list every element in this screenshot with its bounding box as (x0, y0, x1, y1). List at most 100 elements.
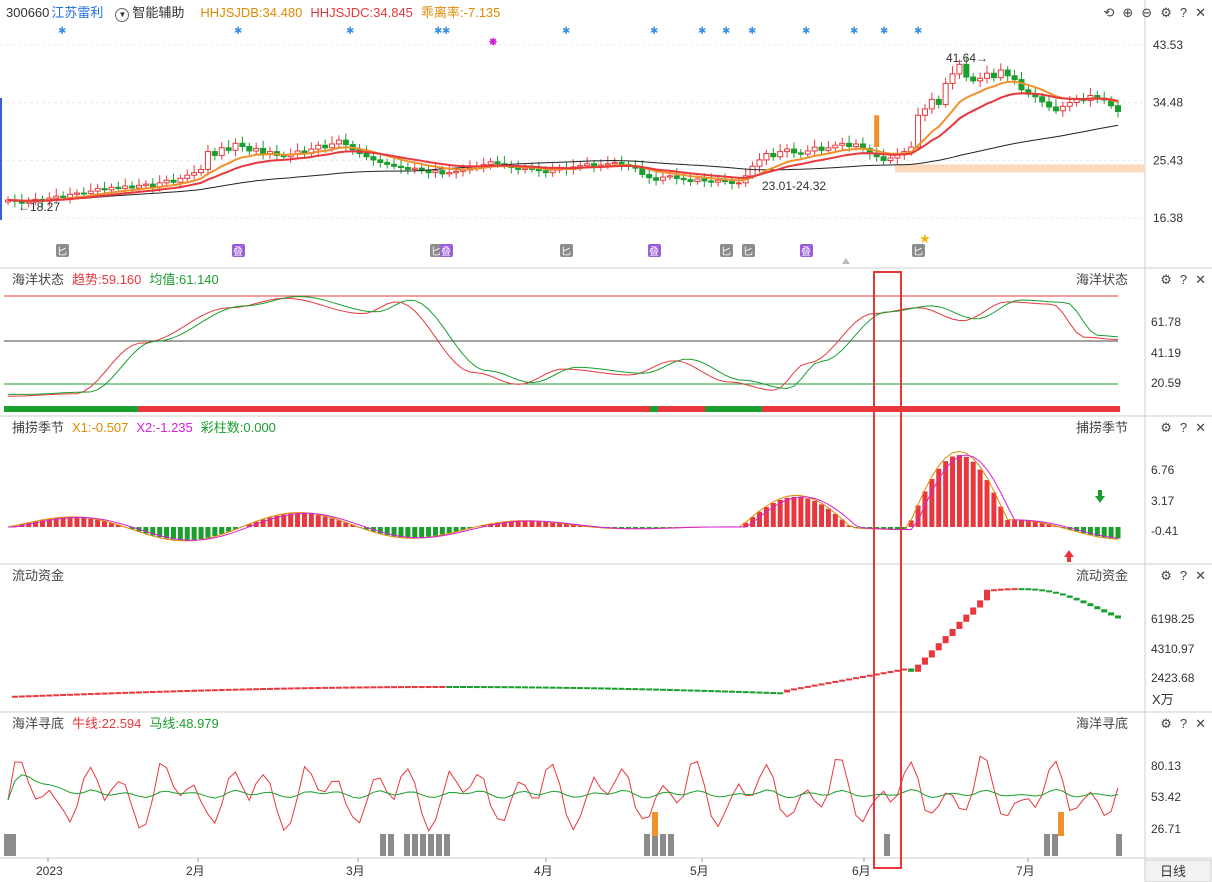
candle-body (149, 183, 156, 188)
close-icon[interactable]: ✕ (1195, 566, 1206, 586)
bottom-title: 海洋寻底 (12, 716, 65, 731)
season-bar (1108, 527, 1114, 539)
flow-block (425, 686, 432, 689)
signal-star-marker: ✱ (850, 26, 858, 37)
help-icon[interactable]: ? (1180, 3, 1187, 23)
season-bar (825, 508, 831, 527)
flow-block (204, 689, 211, 692)
flow-block (570, 686, 577, 689)
main-controls: ⟲ ⊕ ⊖ ⚙? ✕ (1095, 3, 1206, 23)
flow-block (577, 687, 584, 690)
xaxis-label: 3月 (346, 864, 365, 878)
low-annotation: ←18.27 (18, 200, 60, 214)
help-icon[interactable]: ? (1180, 714, 1187, 734)
candle-body (135, 184, 142, 189)
gear-icon[interactable]: ⚙ (1160, 566, 1172, 586)
signal-star-marker: ✱ (880, 26, 888, 37)
signal-star-marker: ✱ (748, 26, 756, 37)
candle-body (984, 72, 991, 79)
zoom-in-icon[interactable]: ⊕ (1122, 3, 1133, 23)
event-badge-label: 叠 (233, 246, 243, 258)
flow-unit-label: X万 (1152, 692, 1174, 707)
flow-block (377, 686, 384, 689)
zoom-out-icon[interactable]: ⊖ (1141, 3, 1152, 23)
gear-icon[interactable]: ⚙ (1160, 714, 1172, 734)
flow-block (722, 690, 729, 693)
candle-body (494, 161, 501, 165)
candle-body (839, 142, 846, 146)
candle-body (846, 142, 853, 148)
help-icon[interactable]: ? (1180, 566, 1187, 586)
main-price-tick-label: 43.53 (1153, 38, 1183, 52)
gear-icon[interactable]: ⚙ (1160, 418, 1172, 438)
season-bar (67, 517, 73, 527)
stock-name[interactable]: 江苏雷利 (51, 5, 103, 20)
xaxis-label: 2023 (36, 864, 63, 878)
season-bar (405, 527, 411, 538)
candle-body (322, 144, 329, 149)
candle-body (735, 182, 742, 185)
flow-block (542, 686, 549, 689)
signal-star-marker: ✱ (58, 26, 66, 37)
flow-block (94, 692, 101, 695)
close-icon[interactable]: ✕ (1195, 270, 1206, 290)
season-bar (529, 521, 535, 527)
signal-star-marker: ✱ (234, 26, 242, 37)
flow-block (853, 677, 860, 680)
close-icon[interactable]: ✕ (1195, 714, 1206, 734)
horse-line-value: 马线:48.979 (149, 716, 219, 731)
flow-block (1073, 597, 1080, 601)
help-icon[interactable]: ? (1180, 270, 1187, 290)
gear-icon[interactable]: ⚙ (1160, 270, 1172, 290)
candle-body (425, 170, 432, 174)
signal-star-marker: ✱ (650, 26, 658, 37)
help-icon[interactable]: ? (1180, 418, 1187, 438)
flow-block (522, 686, 529, 689)
ocean-controls: ⚙? ✕ (1152, 270, 1206, 290)
candle-body (784, 148, 791, 153)
ma-long-line (7, 124, 1119, 203)
ocean-trend-value: 趋势:59.160 (72, 272, 142, 287)
bottom-signal-bar (652, 834, 658, 856)
signal-star-marker: ✱ (442, 26, 450, 37)
candle-body (432, 170, 439, 174)
signal-star-marker: ✱ (346, 26, 354, 37)
flow-tick-label: 6198.25 (1151, 612, 1195, 626)
event-badge-label: 匕 (743, 246, 753, 258)
season-bar (929, 478, 935, 527)
stock-chart[interactable]: 43.53 34.48 25.43 16.38 41.64→ ←18.27 23.01-24… (0, 0, 1212, 882)
xaxis-label: 5月 (690, 864, 709, 878)
flow-block (239, 688, 246, 691)
close-icon[interactable]: ✕ (1195, 3, 1206, 23)
season-bar (143, 527, 149, 534)
close-icon[interactable]: ✕ (1195, 418, 1206, 438)
flow-block (618, 687, 625, 690)
season-bar (439, 527, 445, 535)
event-badge-label: 匕 (561, 246, 571, 258)
ma-fast-line (7, 80, 1119, 203)
candle-body (832, 144, 839, 149)
period-button-label[interactable]: 日线 (1160, 864, 1186, 879)
candle-body (921, 108, 928, 116)
season-bar (95, 519, 101, 527)
flow-block (866, 674, 873, 677)
gear-icon[interactable]: ⚙ (1160, 3, 1172, 23)
refresh-icon[interactable]: ⟲ (1103, 3, 1114, 23)
flow-block (563, 686, 570, 689)
ocean-status-strip (658, 406, 705, 412)
candle-body (1039, 96, 1046, 103)
flow-block (756, 691, 763, 694)
candle-body (956, 63, 963, 75)
season-bar (812, 500, 818, 527)
bottom-signal-bar (444, 834, 450, 856)
flow-block (115, 692, 122, 695)
season-bar (212, 527, 218, 537)
ocean-state-header: 海洋状态 趋势:59.160 均值:61.140 (12, 270, 227, 290)
flow-block (149, 691, 156, 694)
candle-body (763, 153, 770, 161)
season-bar (550, 522, 556, 527)
flow-block (391, 686, 398, 689)
flow-block (832, 680, 839, 683)
smart-assist-toggle[interactable]: ▼ 智能辅助 (111, 5, 192, 22)
flow-block (363, 686, 370, 689)
